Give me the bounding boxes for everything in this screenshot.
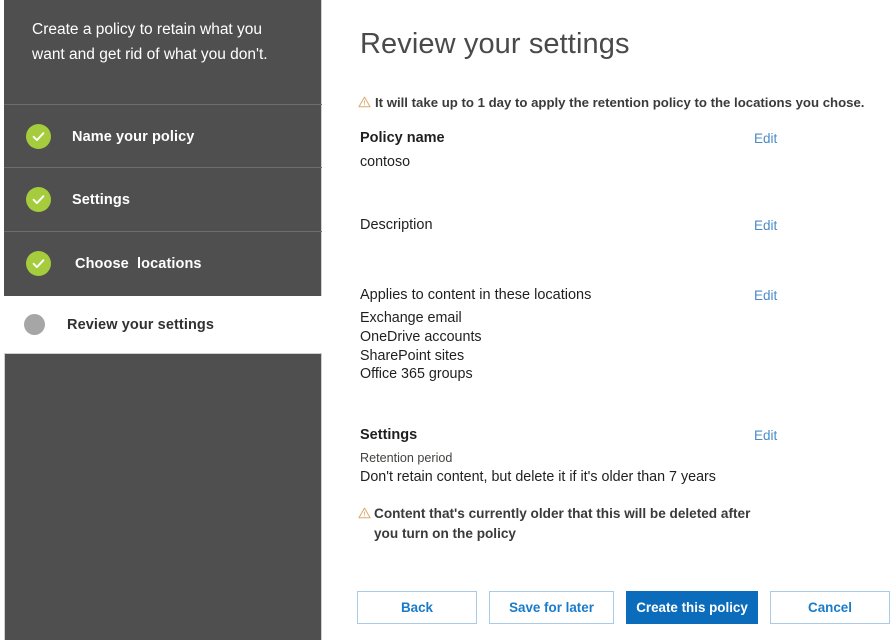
section-header: Applies to content in these locations Ed… (322, 287, 893, 307)
save-for-later-button[interactable]: Save for later (489, 591, 614, 624)
wizard-intro-text: Create a policy to retain what you want … (32, 17, 294, 67)
locations-list: Exchange email OneDrive accounts SharePo… (360, 309, 482, 384)
sidebar-step-label: Choose locations (75, 256, 202, 272)
top-warning-message: It will take up to 1 day to apply the re… (358, 93, 878, 113)
wizard-sidebar: Create a policy to retain what you want … (0, 0, 322, 640)
check-circle-icon (26, 187, 51, 212)
list-item: Office 365 groups (360, 365, 482, 384)
section-header: Description Edit (322, 217, 893, 237)
check-circle-icon (26, 251, 51, 276)
section-title: Applies to content in these locations (360, 287, 591, 303)
edit-locations-link[interactable]: Edit (754, 288, 777, 303)
policy-name-value: contoso (360, 152, 410, 172)
list-item: SharePoint sites (360, 347, 482, 366)
sidebar-step-label: Settings (72, 192, 130, 208)
section-header: Policy name Edit (322, 130, 893, 150)
sidebar-step-choose-locations[interactable]: Choose locations (4, 232, 322, 295)
list-item: Exchange email (360, 309, 482, 328)
section-title: Description (360, 217, 433, 233)
sidebar-step-review-your-settings[interactable]: Review your settings (0, 296, 322, 353)
page-title: Review your settings (360, 28, 630, 61)
cancel-button[interactable]: Cancel (770, 591, 890, 624)
list-item: OneDrive accounts (360, 328, 482, 347)
bottom-warning-text: Content that's currently older that this… (374, 504, 758, 544)
section-title: Policy name (360, 130, 445, 146)
sidebar-empty-panel (4, 353, 322, 640)
warning-triangle-icon (358, 95, 371, 113)
edit-settings-link[interactable]: Edit (754, 428, 777, 443)
back-button[interactable]: Back (357, 591, 477, 624)
warning-triangle-icon (358, 506, 371, 524)
retention-period-value: Don't retain content, but delete it if i… (360, 469, 716, 485)
sidebar-step-settings[interactable]: Settings (4, 168, 322, 231)
filled-circle-icon (24, 314, 45, 335)
edit-policy-name-link[interactable]: Edit (754, 131, 777, 146)
main-content: Review your settings It will take up to … (322, 0, 893, 640)
sidebar-step-label: Name your policy (72, 129, 194, 145)
check-circle-icon (26, 124, 51, 149)
bottom-warning-message: Content that's currently older that this… (358, 504, 758, 544)
section-settings: Settings Edit Retention period Don't ret… (322, 427, 893, 447)
sidebar-step-name-your-policy[interactable]: Name your policy (4, 105, 322, 168)
section-locations: Applies to content in these locations Ed… (322, 287, 893, 307)
top-warning-text: It will take up to 1 day to apply the re… (375, 93, 864, 112)
create-this-policy-button[interactable]: Create this policy (626, 591, 758, 624)
section-title: Settings (360, 427, 417, 443)
section-header: Settings Edit (322, 427, 893, 447)
action-button-row: Back Save for later Create this policy C… (357, 591, 890, 624)
retention-period-label: Retention period (360, 451, 452, 465)
section-policy-name: Policy name Edit contoso (322, 130, 893, 150)
sidebar-step-label: Review your settings (67, 317, 214, 333)
section-description: Description Edit (322, 217, 893, 237)
edit-description-link[interactable]: Edit (754, 218, 777, 233)
